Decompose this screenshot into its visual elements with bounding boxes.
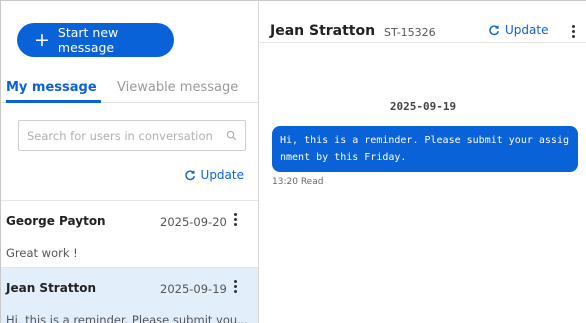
conversation-date: 2025-09-20 bbox=[160, 215, 227, 229]
more-vertical-icon[interactable] bbox=[232, 280, 238, 294]
contact-id: ST-15326 bbox=[384, 26, 436, 39]
message-meta: 13:20 Read bbox=[272, 177, 323, 187]
start-new-message-button[interactable]: + Start new message bbox=[17, 23, 174, 57]
search-icon[interactable] bbox=[226, 130, 237, 141]
refresh-icon bbox=[184, 170, 195, 181]
update-label: Update bbox=[505, 23, 549, 37]
conversation-name: Jean Stratton bbox=[6, 281, 97, 295]
message-status: Read bbox=[300, 177, 324, 187]
start-new-message-label: Start new message bbox=[57, 25, 119, 55]
contact-name: Jean Stratton bbox=[270, 23, 376, 39]
active-tab-indicator bbox=[6, 100, 101, 103]
conversation-date: 2025-09-19 bbox=[160, 282, 227, 296]
date-separator: 2025-09-19 bbox=[389, 100, 457, 113]
chat-area: 2025-09-19 Hi, this is a reminder. Pleas… bbox=[260, 44, 586, 323]
update-label: Update bbox=[200, 168, 244, 182]
message-time: 13:20 bbox=[272, 177, 298, 187]
sidebar: + Start new message My message Viewable … bbox=[1, 1, 259, 323]
update-button-chat[interactable]: Update bbox=[488, 23, 548, 37]
search-box bbox=[18, 120, 246, 151]
tab-viewable-message[interactable]: Viewable message bbox=[117, 80, 238, 95]
chat-header: Jean Stratton ST-15326 Update bbox=[260, 1, 586, 43]
conversation-name: George Payton bbox=[6, 214, 106, 228]
search-input[interactable] bbox=[27, 128, 217, 143]
plus-icon: + bbox=[34, 28, 50, 51]
tab-my-message[interactable]: My message bbox=[6, 80, 97, 95]
more-vertical-icon[interactable] bbox=[232, 213, 238, 227]
message-tabs: My message Viewable message bbox=[1, 77, 258, 103]
conversation-preview: Great work ! bbox=[6, 246, 78, 260]
more-vertical-icon[interactable] bbox=[570, 25, 576, 39]
refresh-icon bbox=[489, 25, 499, 36]
conversation-preview: Hi, this is a reminder. Please submit yo… bbox=[6, 313, 249, 323]
conversation-item-jean-stratton[interactable]: Jean Stratton 2025-09-19 Hi, this is a r… bbox=[1, 267, 258, 323]
update-button-sidebar[interactable]: Update bbox=[184, 168, 244, 182]
conversation-item-george-payton[interactable]: George Payton 2025-09-20 Great work ! bbox=[1, 200, 258, 267]
message-bubble: Hi, this is a reminder. Please submit yo… bbox=[272, 126, 578, 172]
